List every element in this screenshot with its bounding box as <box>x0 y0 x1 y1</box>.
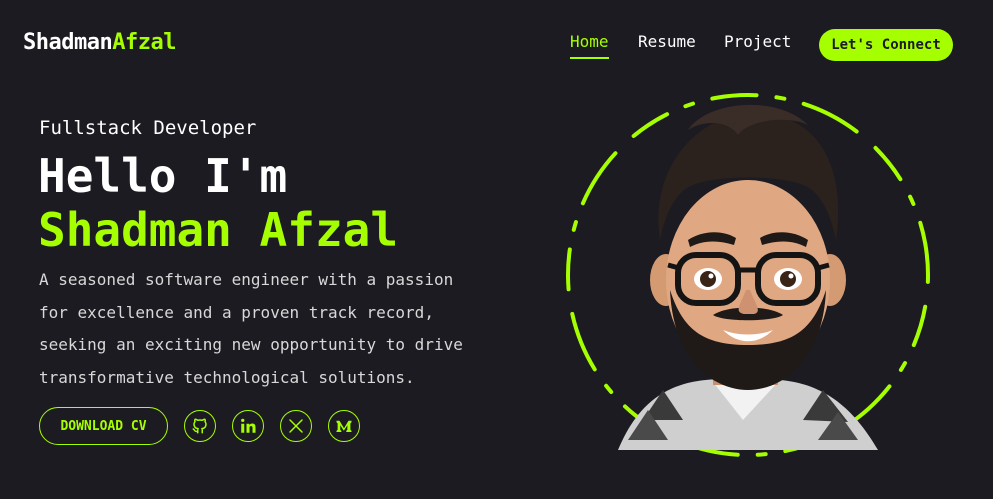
x-icon <box>289 419 303 433</box>
portfolio-page: ShadmanAfzal Home Resume Project Let's C… <box>0 0 993 499</box>
logo-last-name: Afzal <box>112 30 176 55</box>
lets-connect-button[interactable]: Let's Connect <box>819 29 953 61</box>
linkedin-link[interactable] <box>232 410 264 442</box>
logo-first-name: Shadman <box>23 30 113 55</box>
github-icon <box>192 418 207 434</box>
x-link[interactable] <box>280 410 312 442</box>
github-link[interactable] <box>184 410 216 442</box>
nav-home[interactable]: Home <box>570 32 609 59</box>
name-heading: Shadman Afzal <box>38 203 399 257</box>
download-cv-button[interactable]: DOWNLOAD CV <box>39 407 168 445</box>
intro-description: A seasoned software engineer with a pass… <box>39 270 463 387</box>
avatar-section <box>548 90 948 460</box>
medium-icon <box>336 420 352 432</box>
logo[interactable]: ShadmanAfzal <box>23 30 176 55</box>
linkedin-icon <box>241 418 256 433</box>
job-title: Fullstack Developer <box>39 117 257 139</box>
nav-project[interactable]: Project <box>724 32 791 51</box>
medium-link[interactable] <box>328 410 360 442</box>
greeting-heading: Hello I'm <box>38 149 288 203</box>
avatar-illustration <box>566 93 930 457</box>
nav-resume[interactable]: Resume <box>638 32 696 51</box>
